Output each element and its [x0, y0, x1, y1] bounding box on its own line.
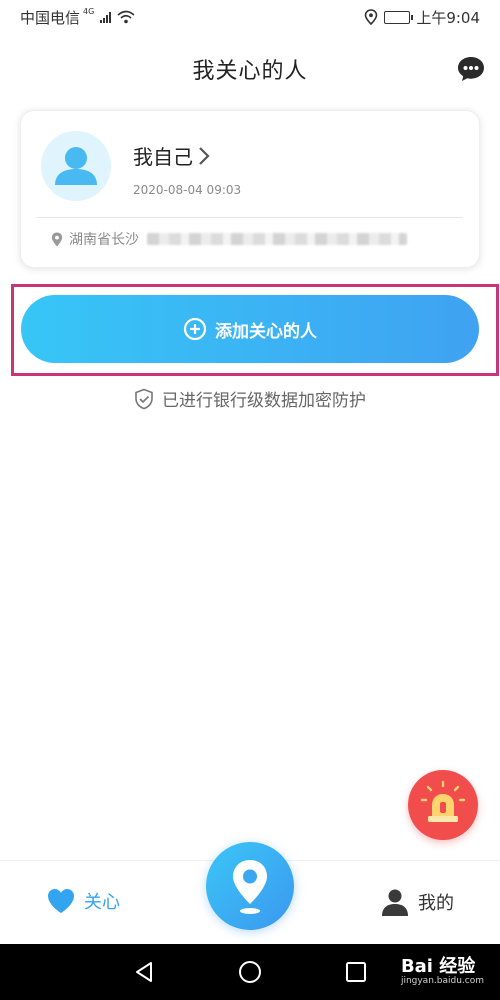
- recent-square-icon[interactable]: [344, 960, 368, 984]
- person-name-link[interactable]: 我自己: [133, 141, 211, 170]
- tab-care[interactable]: 关心: [46, 887, 120, 915]
- shield-icon: [135, 388, 153, 409]
- redacted-address: [147, 233, 407, 245]
- watermark-url: jingyan.baidu.com: [400, 976, 484, 986]
- location-text: 湖南省长沙: [69, 232, 139, 248]
- status-left: 中国电信 4G: [20, 7, 135, 28]
- add-person-button[interactable]: 添加关心的人: [21, 295, 479, 363]
- system-nav-bar: Bai 经验 jingyan.baidu.com: [0, 944, 500, 1000]
- security-note: 已进行银行级数据加密防护: [0, 386, 500, 411]
- user-avatar-icon: [55, 147, 97, 185]
- add-person-label: 添加关心的人: [215, 321, 317, 342]
- status-time: 上午9:04: [416, 8, 480, 27]
- tab-care-label: 关心: [84, 892, 120, 913]
- location-row: 湖南省长沙: [51, 229, 407, 249]
- location-pin-icon: [51, 232, 63, 246]
- watermark-text: Bai 经验: [400, 956, 476, 977]
- plus-circle-icon: [183, 317, 207, 341]
- app-screen: 中国电信 4G 上午9:04 我关心的人 我自己 2020-08-04 09:0…: [0, 0, 500, 1000]
- person-timestamp: 2020-08-04 09:03: [133, 183, 242, 197]
- person-icon: [382, 889, 408, 916]
- alarm-button[interactable]: [408, 770, 478, 840]
- status-right: 上午9:04: [364, 7, 480, 28]
- page-header: 我关心的人: [0, 44, 500, 94]
- map-location-button[interactable]: [206, 842, 294, 930]
- chevron-right-icon: [199, 146, 210, 165]
- tab-mine-label: 我的: [418, 893, 454, 914]
- tab-mine[interactable]: 我的: [380, 887, 454, 917]
- baidu-watermark: Bai 经验 jingyan.baidu.com: [401, 952, 484, 986]
- person-name: 我自己: [133, 145, 193, 169]
- avatar: [41, 131, 111, 201]
- security-note-text: 已进行银行级数据加密防护: [162, 391, 366, 411]
- carrier-name: 中国电信: [20, 8, 81, 27]
- status-bar: 中国电信 4G 上午9:04: [0, 0, 500, 34]
- battery-icon: [384, 10, 414, 24]
- chat-bubble-icon[interactable]: [456, 54, 486, 84]
- siren-icon: [420, 780, 466, 822]
- page-title: 我关心的人: [192, 59, 308, 84]
- signal-icon: [100, 11, 112, 23]
- wifi-icon: [117, 10, 135, 24]
- network-type: 4G: [83, 6, 95, 16]
- back-triangle-icon[interactable]: [132, 960, 156, 984]
- home-circle-icon[interactable]: [238, 960, 262, 984]
- card-divider: [37, 217, 463, 218]
- person-card[interactable]: 我自己 2020-08-04 09:03 湖南省长沙: [20, 110, 480, 268]
- heart-icon: [48, 889, 74, 913]
- map-pin-icon: [233, 860, 267, 914]
- location-status-icon: [365, 9, 378, 25]
